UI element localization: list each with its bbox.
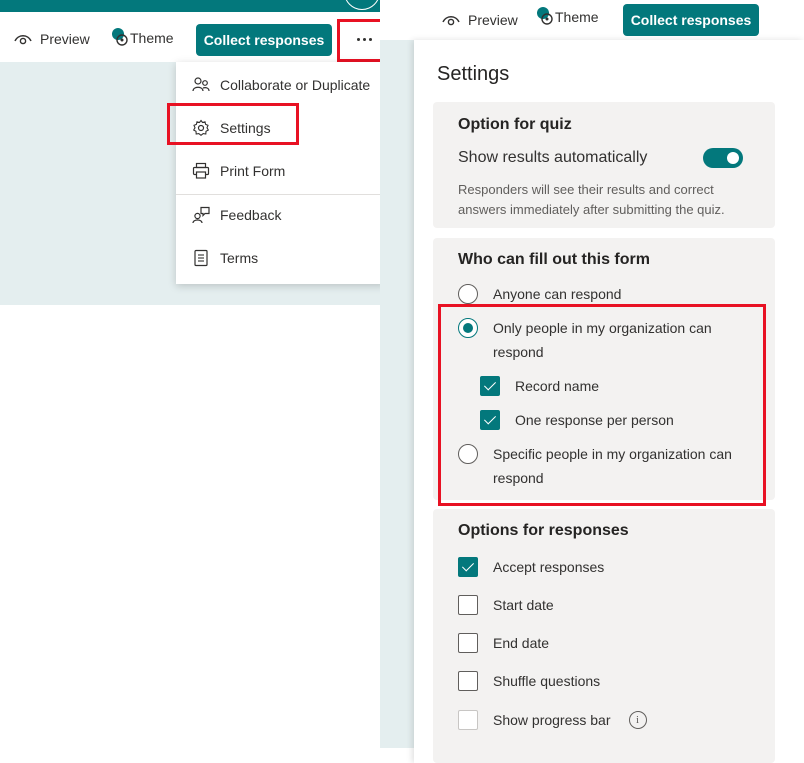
radio-specific-people[interactable] xyxy=(458,444,478,464)
checkbox-show-progress-bar[interactable] xyxy=(458,710,478,730)
eye-icon xyxy=(14,32,32,46)
option-org-only[interactable]: Only people in my organization can respo… xyxy=(458,318,728,364)
eye-icon xyxy=(442,13,460,27)
gear-icon xyxy=(192,119,210,137)
option-label: End date xyxy=(493,635,550,651)
toggle-knob xyxy=(727,152,739,164)
responses-section-title: Options for responses xyxy=(458,522,629,539)
right-pane: Preview Theme Collect responses Settings… xyxy=(380,0,804,763)
menu-item-label: Collaborate or Duplicate xyxy=(220,77,371,93)
menu-item-collaborate[interactable]: Collaborate or Duplicate xyxy=(176,65,380,105)
checkbox-one-response[interactable] xyxy=(480,410,500,430)
option-anyone[interactable]: Anyone can respond xyxy=(458,284,621,306)
settings-title: Settings xyxy=(437,63,510,85)
checkbox-record-name[interactable] xyxy=(480,376,500,396)
option-label: Start date xyxy=(493,597,554,613)
option-label: Show progress bar xyxy=(493,712,611,728)
palette-icon xyxy=(110,27,132,49)
menu-item-print-form[interactable]: Print Form xyxy=(176,151,380,191)
option-label: Only people in my organization can respo… xyxy=(493,320,712,360)
menu-item-label: Feedback xyxy=(220,207,282,223)
info-icon[interactable]: i xyxy=(628,711,647,729)
option-label: One response per person xyxy=(515,412,674,428)
who-can-fill-card: Who can fill out this form Anyone can re… xyxy=(433,238,775,500)
more-icon xyxy=(356,37,372,41)
palette-icon xyxy=(535,6,557,28)
collect-responses-button[interactable]: Collect responses xyxy=(623,4,759,36)
settings-panel: Settings Option for quiz Show results au… xyxy=(414,40,804,763)
menu-item-label: Settings xyxy=(220,120,271,136)
response-options-card: Options for responses Accept responses S… xyxy=(433,509,775,763)
checkbox-shuffle-questions[interactable] xyxy=(458,671,478,691)
preview-button[interactable]: Preview xyxy=(14,31,90,47)
left-pane: Preview Theme Collect responses Collabor… xyxy=(0,0,380,763)
preview-label: Preview xyxy=(40,31,90,47)
checkbox-end-date[interactable] xyxy=(458,633,478,653)
people-icon xyxy=(192,76,210,94)
menu-item-settings[interactable]: Settings xyxy=(176,108,380,148)
document-icon xyxy=(192,249,210,267)
radio-org-only[interactable] xyxy=(458,318,478,338)
checkbox-start-date[interactable] xyxy=(458,595,478,615)
option-label: Specific people in my organization can r… xyxy=(493,446,732,486)
menu-item-label: Terms xyxy=(220,250,259,266)
theme-button[interactable]: Theme xyxy=(110,27,174,49)
option-label: Shuffle questions xyxy=(493,673,601,689)
header-bar xyxy=(0,0,380,12)
menu-item-terms[interactable]: Terms xyxy=(176,238,380,278)
option-show-progress-bar[interactable]: Show progress bar i xyxy=(458,710,647,732)
collect-responses-button[interactable]: Collect responses xyxy=(196,24,332,56)
more-options-button[interactable] xyxy=(343,24,380,54)
theme-label: Theme xyxy=(555,9,599,25)
option-accept-responses[interactable]: Accept responses xyxy=(458,557,604,579)
option-label: Anyone can respond xyxy=(493,286,622,302)
option-specific-people[interactable]: Specific people in my organization can r… xyxy=(458,444,743,490)
show-results-row: Show results automatically xyxy=(458,148,743,168)
quiz-section-title: Option for quiz xyxy=(458,116,572,133)
option-label: Accept responses xyxy=(493,559,605,575)
option-shuffle-questions[interactable]: Shuffle questions xyxy=(458,671,600,693)
menu-item-label: Print Form xyxy=(220,163,286,179)
form-canvas xyxy=(380,40,414,748)
option-one-response[interactable]: One response per person xyxy=(480,410,674,432)
printer-icon xyxy=(192,162,210,180)
option-end-date[interactable]: End date xyxy=(458,633,549,655)
feedback-icon xyxy=(192,206,210,224)
quiz-hint-text: Responders will see their results and co… xyxy=(458,182,725,217)
theme-label: Theme xyxy=(130,30,174,46)
show-results-toggle[interactable] xyxy=(703,148,743,168)
radio-anyone[interactable] xyxy=(458,284,478,304)
menu-item-feedback[interactable]: Feedback xyxy=(176,195,380,235)
more-options-menu: Collaborate or Duplicate Settings Print … xyxy=(176,62,380,284)
option-record-name[interactable]: Record name xyxy=(480,376,599,398)
who-section-title: Who can fill out this form xyxy=(458,251,650,268)
option-label: Record name xyxy=(515,378,600,394)
quiz-options-card: Option for quiz Show results automatical… xyxy=(433,102,775,228)
theme-button[interactable]: Theme xyxy=(535,6,599,28)
show-results-label: Show results automatically xyxy=(458,149,648,166)
option-start-date[interactable]: Start date xyxy=(458,595,554,617)
preview-button[interactable]: Preview xyxy=(442,12,518,28)
preview-label: Preview xyxy=(468,12,518,28)
checkbox-accept-responses[interactable] xyxy=(458,557,478,577)
